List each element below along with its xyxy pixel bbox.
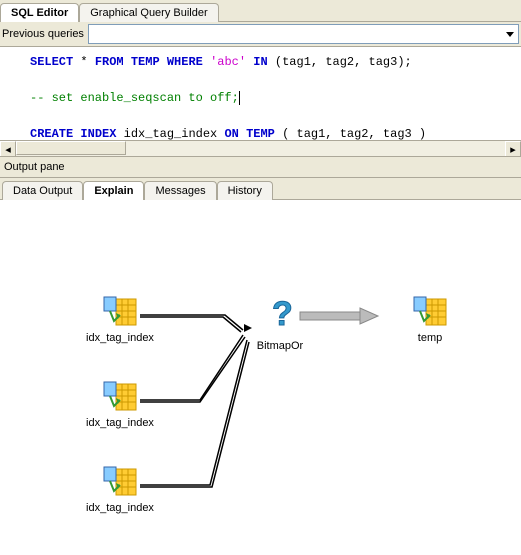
plan-node-label: BitmapOr <box>240 340 320 352</box>
tab-graphical-builder[interactable]: Graphical Query Builder <box>79 3 218 22</box>
bitmapor-icon: ? <box>262 295 298 338</box>
previous-queries-label: Previous queries <box>2 28 84 40</box>
sql-text[interactable]: SELECT * FROM TEMP WHERE 'abc' IN (tag1,… <box>0 47 521 149</box>
plan-node-bitmapor[interactable]: ? BitmapOr <box>240 295 320 352</box>
plan-node-label: temp <box>390 332 470 344</box>
tab-data-output[interactable]: Data Output <box>2 181 83 200</box>
index-scan-icon <box>102 295 138 330</box>
plan-node-idx1[interactable]: idx_tag_index <box>80 295 160 344</box>
scroll-right-button[interactable]: ▸ <box>505 141 521 157</box>
output-pane-label: Output pane <box>0 157 521 178</box>
explain-diagram: idx_tag_index idx_tag_index idx_tag_inde… <box>0 200 521 540</box>
plan-node-label: idx_tag_index <box>80 502 160 514</box>
scroll-left-button[interactable]: ◂ <box>0 141 16 157</box>
plan-node-idx2[interactable]: idx_tag_index <box>80 380 160 429</box>
output-tabs: Data Output Explain Messages History <box>0 178 521 200</box>
plan-node-label: idx_tag_index <box>80 332 160 344</box>
tab-messages[interactable]: Messages <box>144 181 216 200</box>
previous-queries-row: Previous queries <box>0 22 521 47</box>
index-scan-icon <box>102 380 138 415</box>
plan-node-label: idx_tag_index <box>80 417 160 429</box>
scroll-thumb[interactable] <box>16 141 126 155</box>
sql-editor-area[interactable]: SELECT * FROM TEMP WHERE 'abc' IN (tag1,… <box>0 47 521 157</box>
editor-tabs: SQL Editor Graphical Query Builder <box>0 0 521 22</box>
plan-connectors <box>0 200 521 540</box>
tab-sql-editor[interactable]: SQL Editor <box>0 3 79 22</box>
tab-history[interactable]: History <box>217 181 273 200</box>
plan-node-temp[interactable]: temp <box>390 295 470 344</box>
table-icon <box>412 295 448 330</box>
svg-text:?: ? <box>272 295 293 333</box>
plan-node-idx3[interactable]: idx_tag_index <box>80 465 160 514</box>
previous-queries-dropdown[interactable] <box>88 24 519 44</box>
editor-hscrollbar[interactable]: ◂ ▸ <box>0 140 521 156</box>
tab-explain[interactable]: Explain <box>83 181 144 200</box>
scroll-track[interactable] <box>16 141 505 156</box>
index-scan-icon <box>102 465 138 500</box>
